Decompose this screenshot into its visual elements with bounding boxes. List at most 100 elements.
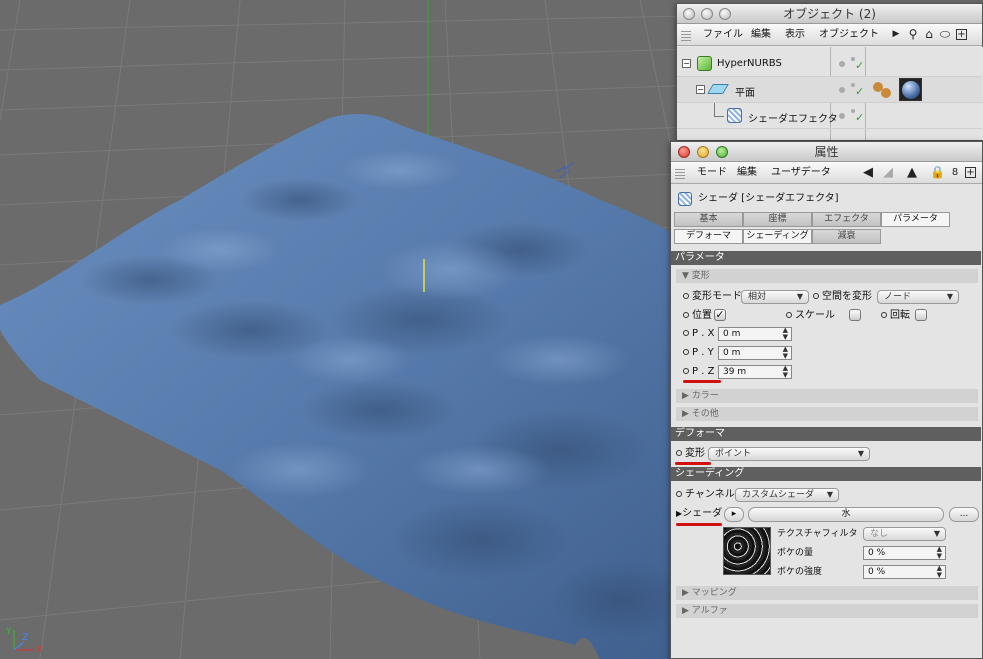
channel-dropdown[interactable]: カスタムシェーダ ▼	[735, 488, 839, 502]
scale-label: スケール	[786, 309, 835, 323]
tab-deformer[interactable]: デフォーマ	[674, 229, 743, 244]
group-transform[interactable]: ▼ 変形	[676, 269, 978, 283]
view-axis-gizmo: Y Z X	[5, 627, 42, 655]
axis-label-x: X	[36, 645, 42, 655]
menu-mode[interactable]: モード	[697, 162, 727, 184]
deform-dropdown[interactable]: ポイント ▼	[708, 447, 870, 461]
tree-item-label[interactable]: HyperNURBS	[717, 58, 782, 69]
position-checkbox[interactable]: ✓	[714, 309, 726, 321]
section-deformer: デフォーマ	[671, 427, 981, 441]
blur-strength-label: ボケの強度	[777, 567, 823, 577]
tab-coord[interactable]: 座標	[743, 212, 812, 227]
deform-space-dropdown[interactable]: ノード ▼	[877, 290, 959, 304]
minimize-button[interactable]	[701, 8, 713, 20]
forward-arrow-icon[interactable]: ◢	[881, 165, 895, 180]
group-mapping[interactable]: ▶ マッピング	[676, 586, 978, 600]
collapse-icon[interactable]: −	[696, 85, 705, 94]
close-button[interactable]	[678, 146, 690, 158]
home-icon[interactable]: ⌂	[922, 27, 936, 42]
visibility-dot-icon[interactable]	[839, 61, 845, 67]
close-button[interactable]	[683, 8, 695, 20]
deform-label: 変形	[676, 447, 705, 461]
expand-icon[interactable]: +	[956, 29, 967, 40]
pz-input[interactable]: 39 m ▲ ▼	[718, 365, 792, 379]
py-label: P . Y	[683, 346, 714, 360]
hypernurbs-icon	[697, 56, 712, 71]
more-button[interactable]: ...	[949, 507, 979, 522]
shader-preview-thumbnail[interactable]	[723, 527, 771, 575]
shader-label: ▶シェーダ	[676, 508, 723, 519]
menu-view[interactable]: 表示	[785, 24, 805, 46]
oval-icon[interactable]: ⬭	[938, 27, 952, 42]
object-manager-titlebar: オブジェクト (2)	[677, 4, 982, 24]
sphere-material-icon[interactable]	[899, 78, 922, 101]
tree-item-label[interactable]: 平面	[735, 84, 755, 99]
tree-row-hypernurbs[interactable]: − HyperNURBS ✓	[677, 51, 982, 77]
tab-parameter[interactable]: パラメータ	[881, 212, 950, 227]
enabled-check-icon[interactable]: ✓	[855, 59, 864, 72]
blur-amount-label: ボケの量	[777, 548, 814, 558]
minimize-button[interactable]	[697, 146, 709, 158]
tab-shading[interactable]: シェーディング	[743, 229, 812, 244]
axis-label-z: Z	[22, 633, 28, 643]
tab-effector[interactable]: エフェクタ	[812, 212, 881, 227]
link-icon[interactable]: 8	[948, 165, 962, 180]
shader-menu-button[interactable]: ▸	[724, 507, 744, 522]
section-shading: シェーディング	[671, 467, 981, 481]
annotation-underline	[675, 462, 711, 465]
scale-checkbox[interactable]	[849, 309, 861, 321]
collapse-icon[interactable]: −	[682, 59, 691, 68]
menu-edit[interactable]: 編集	[751, 24, 771, 46]
visibility-dot-icon[interactable]	[839, 113, 845, 119]
lock-icon[interactable]: 🔒	[930, 165, 945, 180]
tree-row-shader-effector[interactable]: シェーダエフェクタ ✓	[677, 103, 982, 129]
grip-icon[interactable]	[675, 167, 685, 179]
menu-file[interactable]: ファイル	[703, 24, 743, 46]
group-alpha[interactable]: ▶ アルファ	[676, 604, 978, 618]
material-tag-icon-2[interactable]	[881, 88, 891, 98]
py-input[interactable]: 0 m ▲ ▼	[718, 346, 792, 360]
transform-mode-dropdown[interactable]: 相対 ▼	[741, 290, 809, 304]
texture-filter-dropdown[interactable]: なし ▼	[863, 527, 946, 541]
zoom-button[interactable]	[719, 8, 731, 20]
zoom-button[interactable]	[716, 146, 728, 158]
enabled-check-icon[interactable]: ✓	[855, 85, 864, 98]
tree-item-label[interactable]: シェーダエフェクタ	[748, 110, 838, 125]
group-color[interactable]: ▶ カラー	[676, 389, 978, 403]
texture-filter-label: テクスチャフィルタ	[777, 529, 858, 539]
pz-label: P . Z	[683, 365, 714, 379]
deform-space-label: 空間を変形	[813, 290, 872, 304]
blur-strength-input[interactable]: 0 % ▲ ▼	[863, 565, 946, 579]
plane-icon	[707, 84, 729, 94]
new-icon[interactable]: +	[965, 167, 976, 178]
object-manager-menubar: ファイル 編集 表示 オブジェクト ▶ ⚲ ⌂ ⬭ +	[677, 24, 982, 46]
enabled-check-icon[interactable]: ✓	[855, 111, 864, 124]
visibility-dot-icon[interactable]	[839, 87, 845, 93]
tab-basic[interactable]: 基本	[674, 212, 743, 227]
search-icon[interactable]: ⚲	[906, 27, 920, 42]
object-label: シェーダ [シェーダエフェクタ]	[698, 193, 839, 204]
tab-falloff[interactable]: 減衰	[812, 229, 881, 244]
rotation-checkbox[interactable]	[915, 309, 927, 321]
px-input[interactable]: 0 m ▲ ▼	[718, 327, 792, 341]
section-parameters: パラメータ	[671, 251, 981, 265]
grip-icon[interactable]	[681, 29, 691, 41]
up-arrow-icon[interactable]: ▲	[905, 165, 919, 180]
menu-edit[interactable]: 編集	[737, 162, 757, 184]
object-manager-title: オブジェクト (2)	[783, 7, 876, 21]
shader-effector-icon	[727, 108, 742, 123]
transform-mode-label: 変形モード	[683, 290, 742, 304]
tree-row-plane[interactable]: − 平面 ✓	[677, 77, 982, 103]
blur-amount-input[interactable]: 0 % ▲ ▼	[863, 546, 946, 560]
rotation-label: 回転	[881, 309, 910, 323]
shader-effector-icon	[678, 192, 692, 206]
shader-name-button[interactable]: 水	[748, 507, 944, 522]
attributes-window: 属性 モード 編集 ユーザデータ ◀ ◢ ▲ 🔒 8 + シェーダ [シェーダエ…	[670, 141, 983, 659]
menu-userdata[interactable]: ユーザデータ	[771, 162, 831, 184]
menu-object[interactable]: オブジェクト	[819, 24, 879, 46]
attributes-titlebar: 属性	[671, 142, 982, 162]
back-arrow-icon[interactable]: ◀	[861, 165, 875, 180]
attributes-title: 属性	[814, 145, 839, 159]
triangle-right-icon[interactable]: ▶	[889, 27, 903, 42]
group-other[interactable]: ▶ その他	[676, 407, 978, 421]
